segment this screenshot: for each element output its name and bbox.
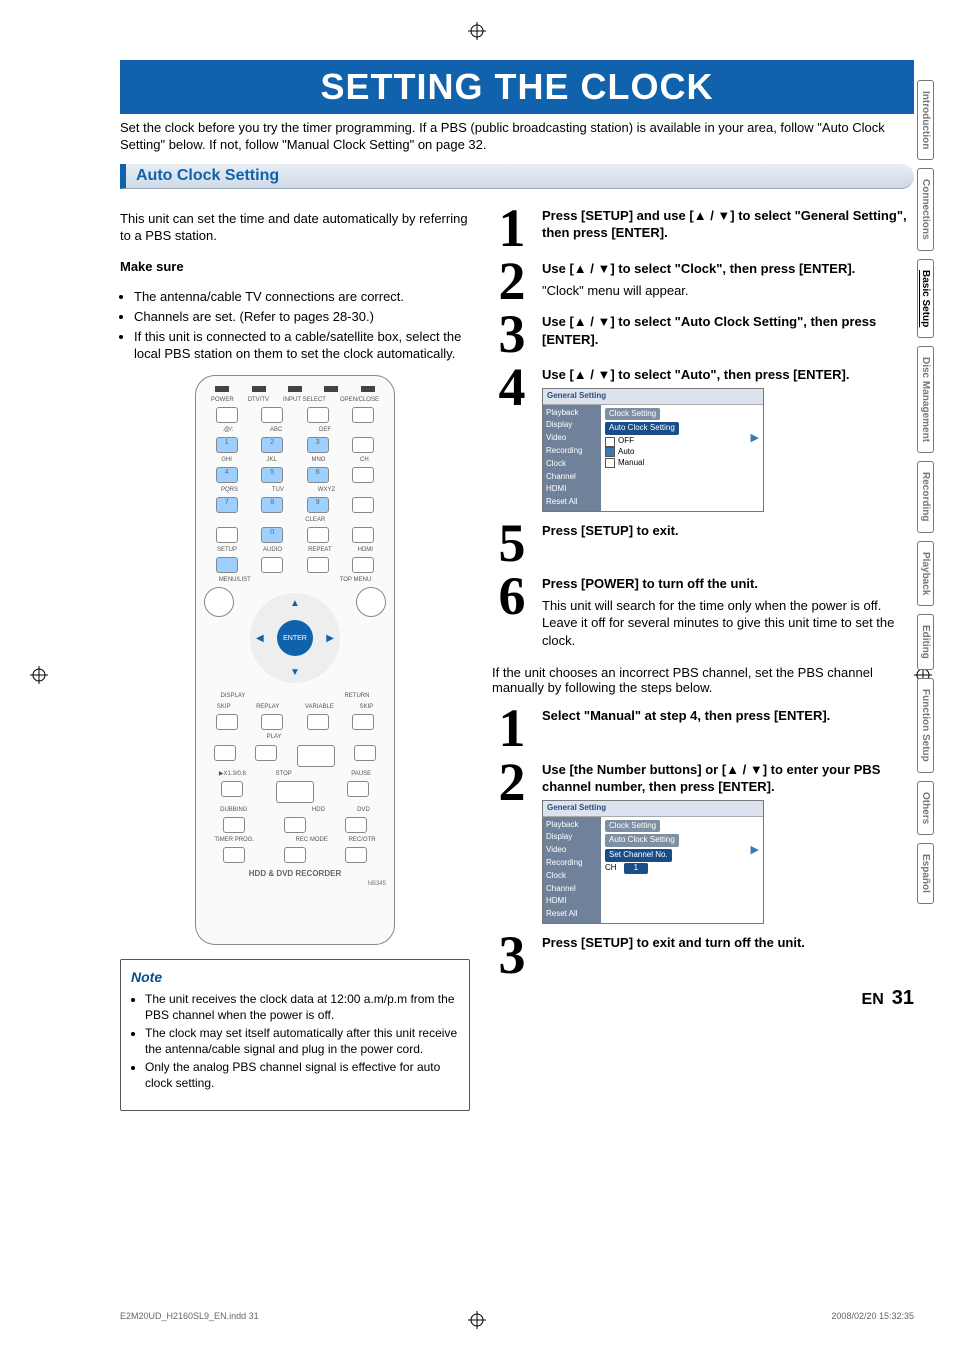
footer-filename: E2M20UD_H2160SL9_EN.indd 31: [120, 1311, 259, 1321]
note-item: Only the analog PBS channel signal is ef…: [145, 1059, 459, 1091]
note-item: The unit receives the clock data at 12:0…: [145, 991, 459, 1023]
step-text: Press [POWER] to turn off the unit.: [542, 576, 758, 591]
step-6: 6 Press [POWER] to turn off the unit. Thi…: [492, 575, 914, 653]
step-number: 1: [492, 207, 532, 250]
intro-text: Set the clock before you try the timer p…: [120, 120, 914, 154]
step-text: Press [SETUP] to exit and turn off the u…: [542, 935, 805, 950]
step-text: Use [▲ / ▼] to select "Auto Clock Settin…: [542, 314, 876, 347]
step-b2: 2 Use [the Number buttons] or [▲ / ▼] to…: [492, 761, 914, 924]
step-text: Use [the Number buttons] or [▲ / ▼] to e…: [542, 762, 880, 795]
tab-espanol: Español: [917, 843, 934, 904]
note-item: The clock may set itself automatically a…: [145, 1025, 459, 1057]
step-sub: This unit will search for the time only …: [542, 597, 914, 650]
list-item: Channels are set. (Refer to pages 28-30.…: [134, 308, 470, 326]
menu-title: General Setting: [543, 801, 763, 817]
section-tabs: Introduction Connections Basic Setup Dis…: [917, 80, 934, 904]
osd-menu: General Setting PlaybackDisplayVideoReco…: [542, 388, 764, 512]
footer-timestamp: 2008/02/20 15:32:35: [831, 1311, 914, 1321]
enter-button: ENTER: [277, 620, 313, 656]
remote-model-no: NB345: [204, 880, 386, 888]
tab-others: Others: [917, 781, 934, 835]
step-number: 3: [492, 934, 532, 977]
step-1: 1 Press [SETUP] and use [▲ / ▼] to selec…: [492, 207, 914, 250]
tab-editing: Editing: [917, 614, 934, 670]
step-number: 3: [492, 313, 532, 356]
page-number: 31: [892, 987, 914, 1009]
step-b3: 3 Press [SETUP] to exit and turn off the…: [492, 934, 914, 977]
step-4: 4 Use [▲ / ▼] to select "Auto", then pre…: [492, 366, 914, 512]
note-box: Note The unit receives the clock data at…: [120, 959, 470, 1111]
page-title: SETTING THE CLOCK: [120, 60, 914, 114]
step-number: 5: [492, 522, 532, 565]
make-sure-list: The antenna/cable TV connections are cor…: [120, 288, 470, 362]
tab-recording: Recording: [917, 461, 934, 532]
step-number: 4: [492, 366, 532, 512]
tab-playback: Playback: [917, 541, 934, 606]
step-5: 5 Press [SETUP] to exit.: [492, 522, 914, 565]
tab-connections: Connections: [917, 168, 934, 251]
menu-title: General Setting: [543, 389, 763, 405]
section-header: Auto Clock Setting: [120, 164, 914, 189]
list-item: The antenna/cable TV connections are cor…: [134, 288, 470, 306]
auto-intro: This unit can set the time and date auto…: [120, 210, 470, 245]
step-3: 3 Use [▲ / ▼] to select "Auto Clock Sett…: [492, 313, 914, 356]
step-text: Use [▲ / ▼] to select "Clock", then pres…: [542, 261, 855, 276]
step-number: 6: [492, 575, 532, 653]
step-text: Press [SETUP] to exit.: [542, 523, 679, 538]
step-2: 2 Use [▲ / ▼] to select "Clock", then pr…: [492, 260, 914, 303]
tab-introduction: Introduction: [917, 80, 934, 160]
tab-basic-setup: Basic Setup: [917, 259, 934, 338]
step-sub: "Clock" menu will appear.: [542, 282, 914, 300]
lang-code: EN: [862, 991, 884, 1008]
remote-model: HDD & DVD RECORDER: [204, 869, 386, 880]
step-number: 1: [492, 707, 532, 750]
make-sure-heading: Make sure: [120, 259, 184, 274]
step-text: Use [▲ / ▼] to select "Auto", then press…: [542, 367, 850, 382]
registration-mark: [468, 22, 486, 40]
step-text: Press [SETUP] and use [▲ / ▼] to select …: [542, 208, 907, 241]
tab-disc-management: Disc Management: [917, 346, 934, 453]
step-text: Select "Manual" at step 4, then press [E…: [542, 708, 830, 723]
tab-function-setup: Function Setup: [917, 678, 934, 773]
note-title: Note: [131, 969, 162, 985]
registration-mark: [30, 666, 48, 684]
list-item: If this unit is connected to a cable/sat…: [134, 328, 470, 363]
step-b1: 1 Select "Manual" at step 4, then press …: [492, 707, 914, 750]
step-number: 2: [492, 260, 532, 303]
between-text: If the unit chooses an incorrect PBS cha…: [492, 665, 914, 695]
remote-illustration: POWER DTV/TV INPUT SELECT OPEN/CLOSE .@/…: [195, 375, 395, 945]
step-number: 2: [492, 761, 532, 924]
osd-menu: General Setting PlaybackDisplayVideoReco…: [542, 800, 764, 924]
